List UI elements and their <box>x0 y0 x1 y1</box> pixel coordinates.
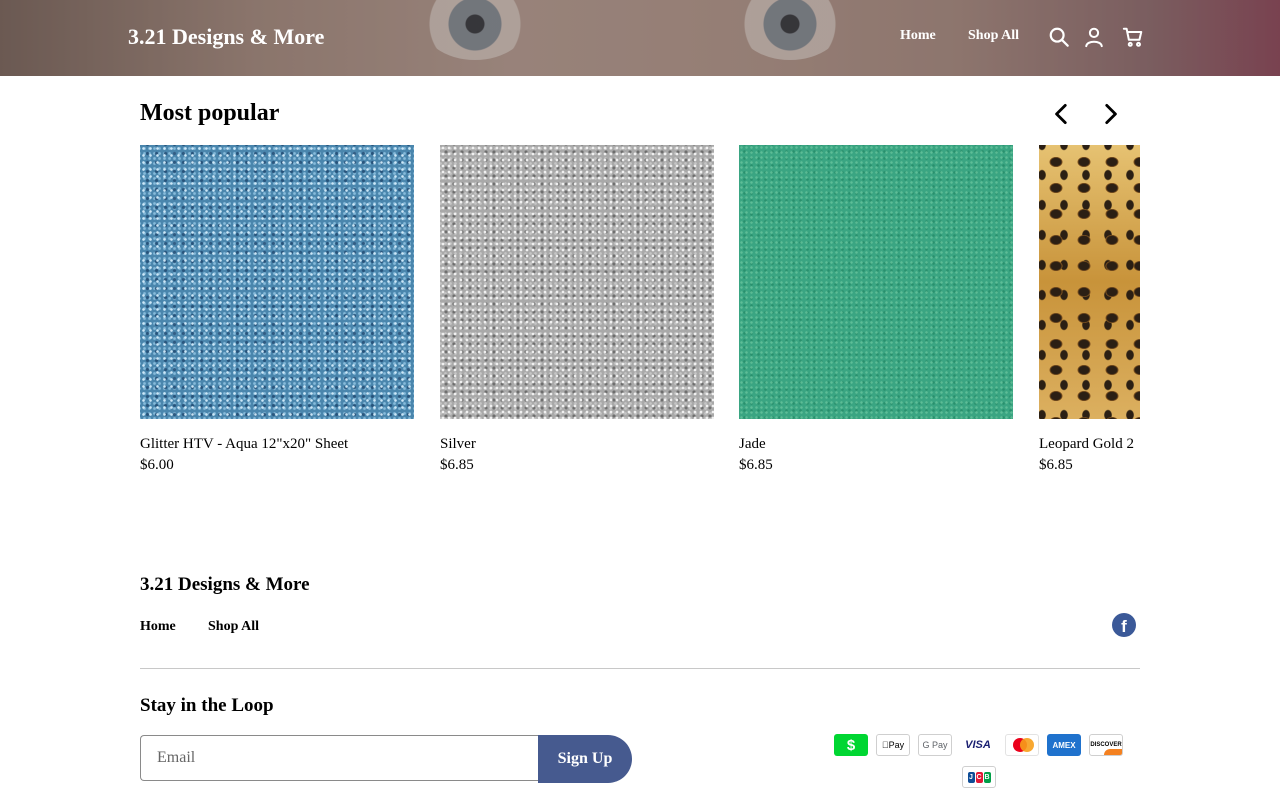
account-icon[interactable] <box>1083 26 1105 48</box>
product-price: $6.85 <box>440 457 474 473</box>
site-header: 3.21 Designs & More Home Shop All <box>0 0 1280 76</box>
cashapp-icon: $ <box>834 734 868 756</box>
footer-divider <box>140 668 1140 669</box>
product-price: $6.85 <box>739 457 773 473</box>
footer-brand: 3.21 Designs & More <box>140 574 310 595</box>
most-popular-heading: Most popular <box>140 100 280 126</box>
apple-pay-icon: Pay <box>876 734 910 756</box>
jcb-icon: JCB <box>962 766 996 788</box>
product-image[interactable] <box>440 145 714 419</box>
product-card[interactable]: Jade $6.85 <box>739 145 1013 474</box>
mastercard-icon <box>1005 734 1039 756</box>
product-name[interactable]: Silver <box>440 436 714 453</box>
footer-home-link[interactable]: Home <box>140 619 176 635</box>
chevron-right-icon <box>1105 103 1117 125</box>
product-card[interactable]: Glitter HTV - Aqua 12"x20" Sheet $6.00 <box>140 145 414 474</box>
product-name[interactable]: Leopard Gold 2 <box>1039 436 1140 453</box>
product-name[interactable]: Jade <box>739 436 1013 453</box>
product-price: $6.85 <box>1039 457 1073 473</box>
product-card[interactable]: Leopard Gold 2 $6.85 <box>1039 145 1140 474</box>
visa-icon: VISA <box>961 734 995 756</box>
apple-pay-label: Pay <box>885 740 905 750</box>
google-pay-icon: G Pay <box>918 734 952 756</box>
search-icon[interactable] <box>1048 26 1070 48</box>
carousel-next-button[interactable] <box>1097 101 1123 127</box>
product-image[interactable] <box>1039 145 1140 419</box>
product-carousel: Glitter HTV - Aqua 12"x20" Sheet $6.00 S… <box>140 145 1140 485</box>
chevron-left-icon <box>1055 103 1067 125</box>
discover-icon: DISCOVER <box>1089 734 1123 756</box>
newsletter-heading: Stay in the Loop <box>140 695 274 716</box>
product-name[interactable]: Glitter HTV - Aqua 12"x20" Sheet <box>140 436 414 453</box>
nav-home-link[interactable]: Home <box>900 28 936 44</box>
carousel-prev-button[interactable] <box>1049 101 1075 127</box>
product-image[interactable] <box>739 145 1013 419</box>
site-logo[interactable]: 3.21 Designs & More <box>128 24 324 50</box>
amex-icon: AMEX <box>1047 734 1081 756</box>
nav-shop-all-link[interactable]: Shop All <box>968 28 1019 44</box>
cart-icon[interactable] <box>1122 26 1144 48</box>
apple-logo-icon:  <box>882 740 889 750</box>
sign-up-button[interactable]: Sign Up <box>538 735 632 783</box>
footer-shop-all-link[interactable]: Shop All <box>208 619 259 635</box>
email-field[interactable] <box>140 735 538 781</box>
product-price: $6.00 <box>140 457 174 473</box>
product-image[interactable] <box>140 145 414 419</box>
facebook-icon[interactable]: f <box>1112 613 1136 637</box>
product-card[interactable]: Silver $6.85 <box>440 145 714 474</box>
